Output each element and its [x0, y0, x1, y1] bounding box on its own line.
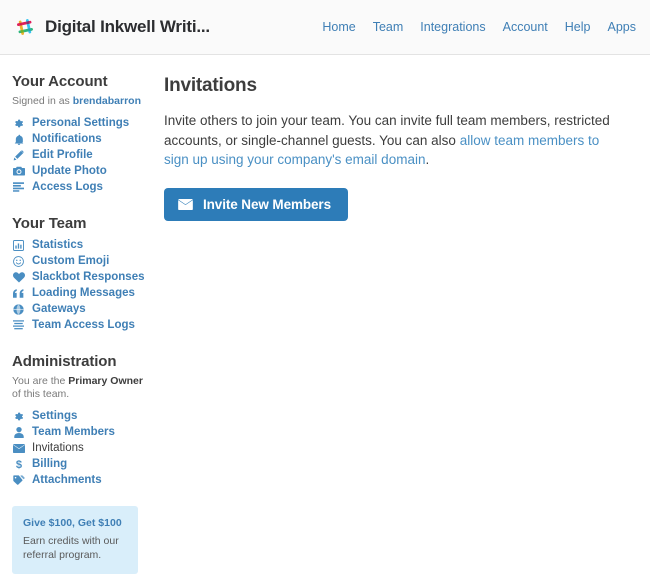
app-header: Digital Inkwell Writi... Home Team Integ…: [0, 0, 650, 55]
sidebar-item-billing[interactable]: $ Billing: [12, 456, 150, 472]
sidebar-item-label[interactable]: Invitations: [32, 442, 84, 454]
sidebar-item-label[interactable]: Notifications: [32, 133, 102, 145]
signed-in-prefix: Signed in as: [12, 95, 73, 107]
sidebar-item-label[interactable]: Access Logs: [32, 181, 103, 193]
promo-text: Earn credits with our referral program.: [23, 535, 119, 561]
role-status: You are the Primary Owner of this team.: [12, 375, 150, 401]
nav-item-home[interactable]: Home: [322, 20, 355, 34]
role-prefix: You are the: [12, 375, 69, 387]
tag-icon: [12, 475, 25, 485]
brand[interactable]: Digital Inkwell Writi...: [14, 16, 210, 38]
dollar-icon: $: [12, 458, 25, 470]
sidebar: Your Account Signed in as brendabarron P…: [0, 55, 160, 574]
gear-icon: [12, 118, 25, 129]
sidebar-item-label[interactable]: Custom Emoji: [32, 255, 109, 267]
bar-chart-icon: [12, 239, 25, 251]
sidebar-heading-account: Your Account: [12, 73, 108, 90]
sidebar-item-label[interactable]: Team Access Logs: [32, 319, 135, 331]
main-content: Invitations Invite others to join your t…: [160, 55, 650, 221]
page-description: Invite others to join your team. You can…: [164, 111, 614, 170]
sidebar-heading-administration: Administration: [12, 353, 117, 370]
sidebar-item-label[interactable]: Personal Settings: [32, 117, 129, 129]
sidebar-list-team: Statistics Custom Emoji Slackbot Respons…: [12, 237, 150, 333]
nav-item-help[interactable]: Help: [565, 20, 591, 34]
sidebar-item-label[interactable]: Team Members: [32, 426, 115, 438]
svg-text:$: $: [15, 459, 22, 470]
nav-item-account[interactable]: Account: [503, 20, 548, 34]
camera-icon: [12, 166, 25, 176]
sidebar-item-settings[interactable]: Settings: [12, 408, 150, 424]
sidebar-item-invitations[interactable]: Invitations: [12, 440, 150, 456]
smiley-icon: [12, 255, 25, 267]
sidebar-heading-team: Your Team: [12, 215, 87, 232]
sidebar-item-label[interactable]: Edit Profile: [32, 149, 93, 161]
sidebar-item-custom-emoji[interactable]: Custom Emoji: [12, 253, 150, 269]
sidebar-item-statistics[interactable]: Statistics: [12, 237, 150, 253]
role-name: Primary Owner: [68, 375, 143, 387]
quote-icon: [12, 288, 25, 298]
sidebar-item-label[interactable]: Gateways: [32, 303, 86, 315]
sidebar-item-personal-settings[interactable]: Personal Settings: [12, 115, 150, 131]
list-icon: [12, 182, 25, 192]
page-title: Invitations: [164, 75, 257, 96]
gear-icon: [12, 411, 25, 422]
envelope-icon: [178, 198, 193, 210]
sidebar-item-label[interactable]: Attachments: [32, 474, 102, 486]
sidebar-item-update-photo[interactable]: Update Photo: [12, 163, 150, 179]
nav-item-apps[interactable]: Apps: [608, 20, 637, 34]
page-body: Your Account Signed in as brendabarron P…: [0, 55, 650, 574]
sidebar-list-account: Personal Settings Notifications Edit Pro…: [12, 115, 150, 195]
referral-promo-box[interactable]: Give $100, Get $100 Earn credits with ou…: [12, 506, 138, 574]
promo-title: Give $100, Get $100: [23, 517, 122, 529]
role-suffix: of this team.: [12, 388, 70, 400]
brand-title: Digital Inkwell Writi...: [45, 17, 210, 36]
sidebar-item-label[interactable]: Settings: [32, 410, 77, 422]
heart-icon: [12, 271, 25, 283]
sidebar-item-slackbot-responses[interactable]: Slackbot Responses: [12, 269, 150, 285]
sidebar-item-access-logs[interactable]: Access Logs: [12, 179, 150, 195]
sidebar-item-team-access-logs[interactable]: Team Access Logs: [12, 317, 150, 333]
lines-icon: [12, 320, 25, 330]
bell-icon: [12, 134, 25, 145]
sidebar-item-notifications[interactable]: Notifications: [12, 131, 150, 147]
signed-in-status: Signed in as brendabarron: [12, 95, 150, 108]
description-part2: .: [425, 152, 430, 167]
top-navigation: Home Team Integrations Account Help Apps: [322, 20, 636, 34]
sidebar-item-attachments[interactable]: Attachments: [12, 472, 150, 488]
sidebar-item-label[interactable]: Loading Messages: [32, 287, 135, 299]
invite-new-members-button[interactable]: Invite New Members: [164, 187, 348, 221]
person-icon: [12, 426, 25, 438]
sidebar-item-label[interactable]: Statistics: [32, 239, 83, 251]
slack-logo-icon: [14, 16, 36, 38]
globe-icon: [12, 303, 25, 315]
sidebar-list-administration: Settings Team Members Invitations $ Bill…: [12, 408, 150, 488]
pencil-icon: [12, 149, 25, 161]
sidebar-item-label[interactable]: Update Photo: [32, 165, 107, 177]
invite-button-label: Invite New Members: [203, 196, 331, 212]
nav-item-team[interactable]: Team: [373, 20, 404, 34]
sidebar-item-label[interactable]: Billing: [32, 458, 67, 470]
sidebar-item-gateways[interactable]: Gateways: [12, 301, 150, 317]
sidebar-item-edit-profile[interactable]: Edit Profile: [12, 147, 150, 163]
sidebar-item-team-members[interactable]: Team Members: [12, 424, 150, 440]
envelope-icon: [12, 443, 25, 453]
sidebar-item-loading-messages[interactable]: Loading Messages: [12, 285, 150, 301]
signed-in-username[interactable]: brendabarron: [73, 95, 141, 107]
sidebar-item-label[interactable]: Slackbot Responses: [32, 271, 144, 283]
nav-item-integrations[interactable]: Integrations: [420, 20, 485, 34]
